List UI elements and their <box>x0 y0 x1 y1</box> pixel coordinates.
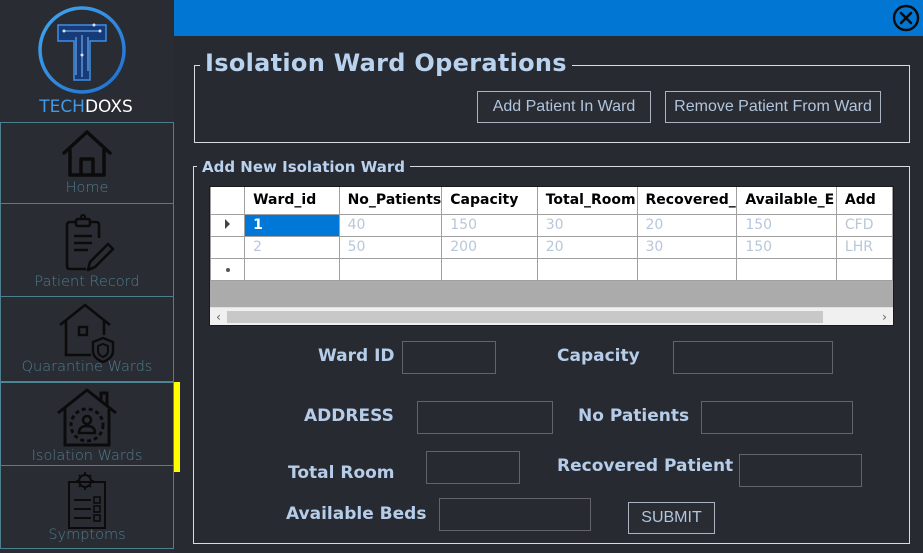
table-cell[interactable]: 50 <box>338 235 443 259</box>
ward-id-label: Ward ID <box>318 346 395 366</box>
table-cell[interactable] <box>536 257 638 281</box>
ward-id-input[interactable] <box>402 341 496 374</box>
table-cell[interactable]: CFD <box>835 213 893 237</box>
close-icon[interactable] <box>892 4 920 32</box>
table-cell[interactable] <box>835 257 893 281</box>
table-cell[interactable] <box>441 257 538 281</box>
table-cell[interactable]: 20 <box>536 235 638 259</box>
new-row-icon <box>225 267 230 272</box>
sidebar-item-label: Isolation Wards <box>31 448 143 464</box>
remove-patient-from-ward-button[interactable]: Remove Patient From Ward <box>665 91 881 123</box>
sidebar-item-label: Quarantine Wards <box>21 359 153 375</box>
sidebar-item-isolation-wards[interactable]: Isolation Wards <box>0 382 174 466</box>
table-cell[interactable]: 150 <box>441 213 538 237</box>
address-input[interactable] <box>417 401 553 434</box>
brand-name: TECHDOXS <box>39 97 133 117</box>
sidebar-item-label: Symptoms <box>48 527 126 543</box>
wards-grid[interactable]: Ward_id No_Patients Capacity Total_Room … <box>209 186 894 326</box>
scroll-right-icon[interactable]: › <box>876 308 893 325</box>
total-room-input[interactable] <box>426 451 520 484</box>
sidebar-item-patient-record[interactable]: Patient Record <box>0 203 174 297</box>
row-header[interactable] <box>210 213 246 237</box>
column-header[interactable]: Add <box>835 187 893 215</box>
home-icon <box>62 130 112 177</box>
sidebar-item-home[interactable]: Home <box>0 122 174 204</box>
sidebar: TECHDOXS Home Patient Record Quarantine … <box>0 0 174 553</box>
total-room-label: Total Room <box>288 463 395 483</box>
capacity-input[interactable] <box>673 341 833 374</box>
table-cell[interactable]: 40 <box>338 213 443 237</box>
table-cell[interactable]: LHR <box>835 235 893 259</box>
table-cell[interactable]: 30 <box>536 213 638 237</box>
capacity-label: Capacity <box>557 346 640 366</box>
column-header[interactable]: Capacity <box>441 187 538 215</box>
new-row[interactable] <box>210 257 893 281</box>
available-beds-input[interactable] <box>439 498 591 531</box>
current-row-arrow-icon <box>225 218 231 229</box>
submit-button[interactable]: SUBMIT <box>628 502 715 534</box>
table-cell[interactable]: 2 <box>244 235 340 259</box>
table-cell[interactable]: 20 <box>636 213 738 237</box>
column-header[interactable]: Recovered_ <box>636 187 738 215</box>
table-cell[interactable] <box>338 257 443 281</box>
clipboard-pencil-icon <box>65 214 115 272</box>
row-header-corner <box>210 187 246 215</box>
row-header[interactable] <box>210 257 246 281</box>
column-header[interactable]: Ward_id <box>244 187 340 215</box>
row-header[interactable] <box>210 235 246 259</box>
available-beds-label: Available Beds <box>286 504 427 524</box>
scroll-left-icon[interactable]: ‹ <box>210 308 227 325</box>
add-ward-title: Add New Isolation Ward <box>197 158 410 176</box>
table-cell[interactable]: 150 <box>736 213 837 237</box>
sidebar-item-quarantine-wards[interactable]: Quarantine Wards <box>0 296 174 382</box>
table-cell[interactable] <box>244 257 340 281</box>
table-cell[interactable]: 200 <box>441 235 538 259</box>
wards-table: Ward_id No_Patients Capacity Total_Room … <box>210 187 893 281</box>
house-shield-icon <box>59 303 115 363</box>
table-cell[interactable]: 1 <box>244 213 340 237</box>
no-patients-label: No Patients <box>578 406 690 426</box>
column-header[interactable]: Total_Room <box>536 187 638 215</box>
add-patient-in-ward-button[interactable]: Add Patient In Ward <box>477 91 651 123</box>
table-cell[interactable] <box>636 257 738 281</box>
techdoxs-logo-icon <box>38 6 126 94</box>
grid-header-row: Ward_id No_Patients Capacity Total_Room … <box>210 187 893 215</box>
active-indicator <box>174 382 180 472</box>
table-cell[interactable]: 150 <box>736 235 837 259</box>
address-label: ADDRESS <box>304 406 394 426</box>
column-header[interactable]: No_Patients <box>338 187 443 215</box>
column-header[interactable]: Available_E <box>736 187 837 215</box>
recovered-patient-label: Recovered Patient <box>557 456 734 476</box>
no-patients-input[interactable] <box>701 401 853 434</box>
recovered-patient-input[interactable] <box>739 454 862 487</box>
operations-title: Isolation Ward Operations <box>200 49 572 77</box>
scroll-thumb[interactable] <box>227 311 823 323</box>
table-cell[interactable]: 30 <box>636 235 738 259</box>
sidebar-item-label: Patient Record <box>34 274 140 290</box>
table-cell[interactable] <box>736 257 837 281</box>
table-row[interactable]: 1 40 150 30 20 150 CFD <box>210 213 893 237</box>
horizontal-scrollbar[interactable]: ‹ › <box>210 307 893 325</box>
sidebar-item-symptoms[interactable]: Symptoms <box>0 465 174 549</box>
house-person-icon <box>57 388 117 447</box>
sidebar-item-label: Home <box>65 180 109 196</box>
table-row[interactable]: 2 50 200 20 30 150 LHR <box>210 235 893 259</box>
virus-checklist-icon <box>68 472 106 529</box>
title-bar <box>174 0 923 36</box>
